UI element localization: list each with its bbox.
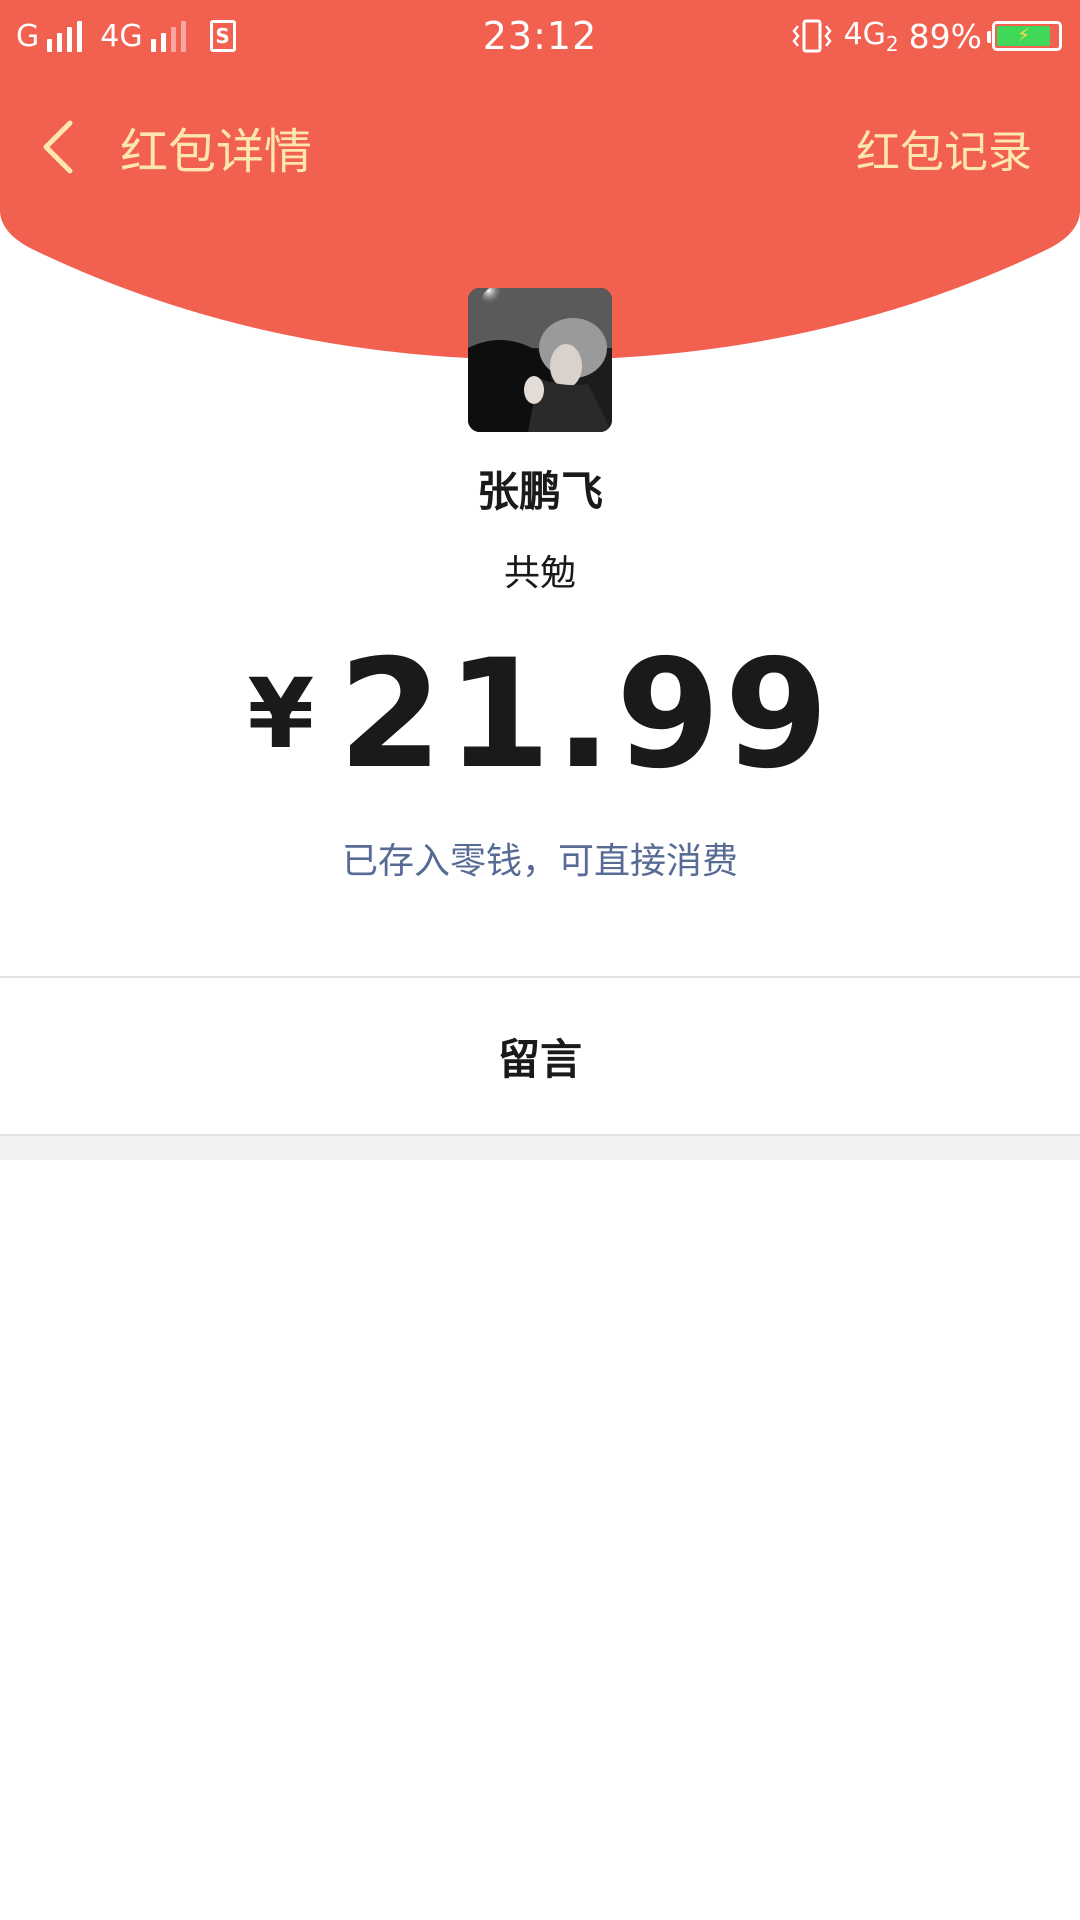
leave-message-button[interactable]: 留言: [0, 978, 1080, 1134]
network2-type: 4G: [843, 16, 886, 52]
red-packet-records-link[interactable]: 红包记录: [856, 116, 1032, 180]
currency-symbol: ¥: [247, 658, 315, 770]
page-title: 红包详情: [120, 124, 313, 180]
back-chevron-icon[interactable]: [38, 117, 78, 177]
greeting-message: 共勉: [503, 553, 576, 594]
sender-name: 张鹏飞: [476, 467, 603, 516]
status-bar-right: 4G2 89% ⚡: [790, 14, 1062, 58]
wallet-deposit-link[interactable]: 已存入零钱，可直接消费: [0, 832, 1080, 884]
vibrate-icon: [791, 19, 832, 53]
amount-display: ¥ 21.99: [0, 640, 1080, 790]
battery-charging-icon: ⚡: [987, 21, 1062, 51]
status-bar: G 4G S 23:12 4G2 89% ⚡: [0, 0, 1080, 72]
network2-label: 4G2: [844, 17, 899, 56]
battery-fill: ⚡: [997, 26, 1051, 46]
network2-sim-index: 2: [885, 31, 899, 56]
section-separator: [0, 1136, 1080, 1160]
battery-percent: 89%: [908, 16, 982, 56]
amount-value: 21.99: [338, 628, 833, 802]
sender-avatar[interactable]: [468, 288, 612, 432]
leave-message-label: 留言: [497, 1034, 582, 1084]
